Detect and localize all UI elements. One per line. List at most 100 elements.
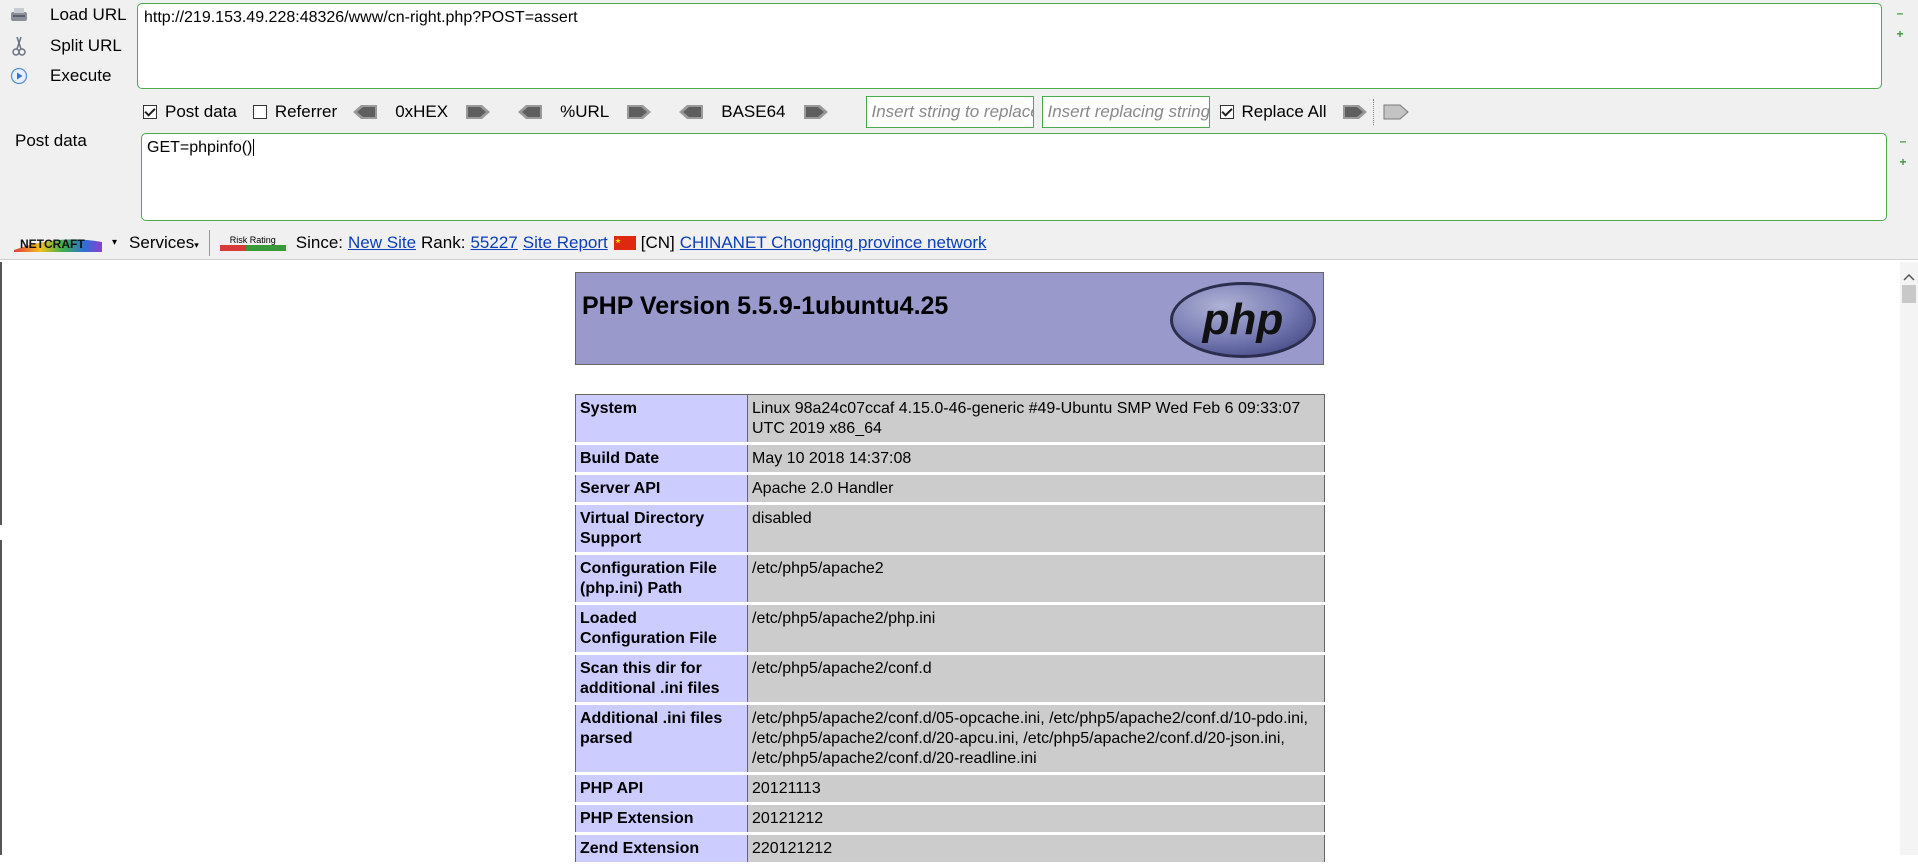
replace-all-label: Replace All — [1241, 102, 1327, 121]
play-icon — [8, 65, 30, 87]
find-string-input[interactable]: Insert string to replace — [865, 96, 1034, 128]
row-key: PHP API — [575, 773, 748, 804]
php-logo-text: php — [1202, 295, 1284, 344]
collapse-post-icon[interactable]: – — [1898, 135, 1908, 147]
row-key: Additional .ini files parsed — [575, 703, 748, 774]
url-encode-arrow-icon[interactable] — [625, 104, 653, 120]
hex-encoder-group: 0xHEX — [351, 102, 492, 122]
scrollbar-thumb[interactable] — [1902, 285, 1916, 303]
row-value: 220121212 — [747, 833, 1325, 864]
window-edge — [0, 262, 2, 525]
services-dropdown-icon: ▾ — [194, 239, 199, 250]
toolbar-separator — [208, 229, 210, 256]
table-row: Scan this dir for additional .ini files /… — [575, 653, 1325, 704]
post-data-textarea[interactable]: GET=phpinfo() — [141, 133, 1887, 221]
url-label: %URL — [560, 102, 610, 121]
load-url-button[interactable]: Load URL — [8, 2, 127, 28]
row-key: Build Date — [575, 443, 748, 474]
country-code: [CN] — [640, 232, 675, 252]
table-row: Build Date May 10 2018 14:37:08 — [575, 443, 1325, 474]
post-data-checkbox[interactable]: Post data — [143, 102, 237, 122]
replace-string-input[interactable]: Insert replacing string — [1041, 96, 1210, 128]
replace-next-arrow-icon[interactable] — [1382, 104, 1410, 120]
load-url-icon — [8, 4, 30, 26]
table-row: PHP API 20121113 — [575, 773, 1325, 804]
options-row: Post data Referrer 0xHEX %URL BASE64 Ins… — [143, 96, 1410, 128]
risk-rating-meter[interactable]: Risk Rating — [219, 234, 286, 251]
scissors-icon — [8, 35, 30, 57]
load-url-label: Load URL — [50, 5, 127, 24]
since-label: Since: — [295, 232, 343, 252]
row-key: Zend Extension — [575, 833, 748, 864]
execute-button[interactable]: Execute — [8, 63, 111, 89]
split-url-label: Split URL — [50, 36, 122, 55]
services-menu[interactable]: Services▾ — [129, 233, 199, 253]
window-edge — [0, 540, 2, 855]
referrer-check-label: Referrer — [274, 102, 338, 121]
url-encoder-group: %URL — [516, 102, 653, 122]
table-row: PHP Extension 20121212 — [575, 803, 1325, 834]
checkbox-unchecked-icon — [252, 105, 267, 119]
row-value: Apache 2.0 Handler — [747, 473, 1325, 504]
rank-label: Rank: — [421, 232, 466, 252]
table-row: Additional .ini files parsed/etc/php5/ap… — [575, 703, 1325, 774]
url-decode-arrow-icon[interactable] — [516, 104, 544, 120]
services-label: Services — [129, 232, 195, 252]
rank-value-link[interactable]: 55227 — [470, 233, 517, 253]
risk-rating-label: Risk Rating — [229, 234, 276, 245]
since-value-link[interactable]: New Site — [348, 233, 416, 253]
table-row: Virtual Directory Support disabled — [575, 503, 1325, 554]
post-data-value: GET=phpinfo() — [147, 139, 253, 156]
base64-encoder-group: BASE64 — [677, 102, 829, 122]
row-key: Scan this dir for additional .ini files — [575, 653, 748, 704]
netcraft-toolbar: NETCRAFT ▾ Services▾ Risk Rating Since: … — [0, 226, 1918, 260]
hex-decode-arrow-icon[interactable] — [351, 104, 379, 120]
scroll-up-arrow-icon[interactable] — [1903, 266, 1915, 281]
row-value: 20121212 — [747, 803, 1325, 834]
url-textarea[interactable]: http://219.153.49.228:48326/www/cn-right… — [137, 3, 1882, 89]
row-key: Virtual Directory Support — [575, 503, 748, 554]
row-value: disabled — [747, 503, 1325, 554]
referrer-checkbox[interactable]: Referrer — [252, 102, 338, 122]
netcraft-logo[interactable]: NETCRAFT — [12, 232, 104, 254]
toolbar-separator — [1372, 99, 1374, 125]
base64-decode-arrow-icon[interactable] — [677, 104, 705, 120]
row-value: May 10 2018 14:37:08 — [747, 443, 1325, 474]
row-key: Loaded Configuration File — [575, 603, 748, 654]
row-value: /etc/php5/apache2 — [747, 553, 1325, 604]
php-version-title: PHP Version 5.5.9-1ubuntu4.25 — [582, 292, 949, 320]
url-value: http://219.153.49.228:48326/www/cn-right… — [144, 9, 578, 26]
row-value: Linux 98a24c07ccaf 4.15.0-46-generic #49… — [747, 394, 1325, 444]
expand-post-icon[interactable]: + — [1898, 156, 1908, 168]
phpinfo-table: System Linux 98a24c07ccaf 4.15.0-46-gener… — [575, 394, 1325, 865]
network-link[interactable]: CHINANET Chongqing province network — [680, 233, 987, 253]
checkbox-checked-icon — [143, 105, 157, 119]
table-row: Zend Extension 220121212 — [575, 833, 1325, 864]
vertical-scrollbar[interactable] — [1900, 262, 1918, 855]
hex-encode-arrow-icon[interactable] — [464, 104, 492, 120]
post-data-label: Post data — [15, 131, 87, 150]
base64-label: BASE64 — [721, 102, 786, 121]
netcraft-menu-arrow-icon[interactable]: ▾ — [112, 237, 117, 248]
row-key: Configuration File (php.ini) Path — [575, 553, 748, 604]
collapse-url-icon[interactable]: – — [1895, 7, 1905, 19]
replace-all-checkbox[interactable]: Replace All — [1219, 102, 1327, 122]
row-key: System — [575, 394, 748, 444]
china-flag-icon — [613, 235, 636, 250]
php-logo-icon: php — [1170, 282, 1316, 358]
row-key: PHP Extension — [575, 803, 748, 834]
table-row: Configuration File (php.ini) Path/etc/ph… — [575, 553, 1325, 604]
expand-url-icon[interactable]: + — [1895, 28, 1905, 40]
table-row: Server API Apache 2.0 Handler — [575, 473, 1325, 504]
site-report-link[interactable]: Site Report — [523, 233, 608, 253]
row-value: /etc/php5/apache2/conf.d/05-opcache.ini,… — [747, 703, 1325, 774]
phpinfo-header: PHP Version 5.5.9-1ubuntu4.25 php — [575, 272, 1324, 365]
base64-encode-arrow-icon[interactable] — [802, 104, 830, 120]
hex-label: 0xHEX — [395, 102, 449, 121]
netcraft-logo-text: NETCRAFT — [20, 237, 85, 251]
text-caret — [253, 139, 255, 157]
replace-run-arrow-icon[interactable] — [1341, 104, 1369, 120]
row-value: /etc/php5/apache2/conf.d — [747, 653, 1325, 704]
split-url-button[interactable]: Split URL — [8, 33, 122, 59]
row-value: /etc/php5/apache2/php.ini — [747, 603, 1325, 654]
